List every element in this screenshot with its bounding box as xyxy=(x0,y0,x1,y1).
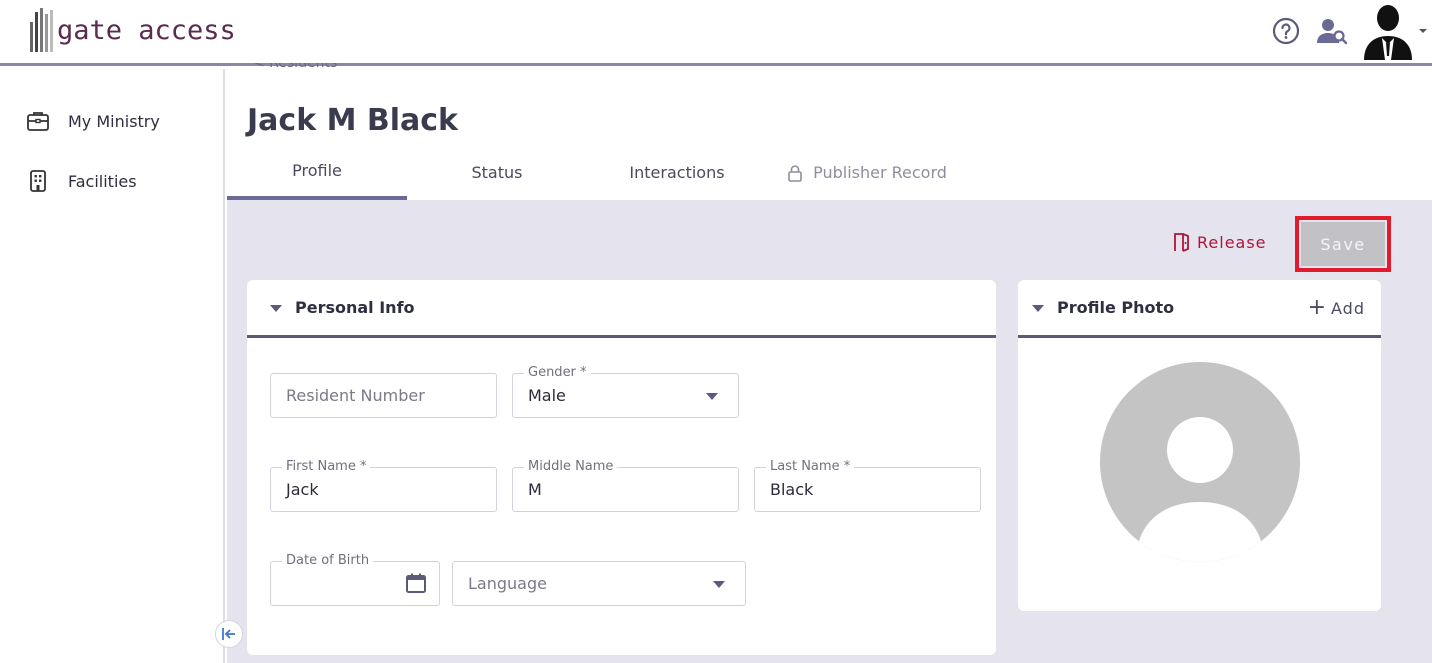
middle-name-value: M xyxy=(528,480,542,499)
tab-bar: Profile Status Interactions Publisher Re… xyxy=(227,145,1432,200)
top-bar: gate access xyxy=(0,0,1432,66)
chevron-down-icon[interactable] xyxy=(1416,26,1430,36)
profile-photo-header[interactable]: Profile Photo + Add xyxy=(1018,280,1381,338)
caret-down-icon xyxy=(1032,304,1044,312)
page-title: Jack M Black xyxy=(247,103,459,138)
default-avatar-icon xyxy=(1100,362,1300,562)
logo-bars-icon xyxy=(30,8,53,52)
dropdown-arrow-icon xyxy=(713,581,725,588)
release-button[interactable]: Release xyxy=(1173,232,1267,252)
language-placeholder: Language xyxy=(468,574,547,593)
tab-label: Profile xyxy=(292,161,342,180)
collapse-sidebar-button[interactable] xyxy=(215,620,243,648)
card-title: Profile Photo xyxy=(1057,298,1175,317)
sidebar-item-facilities[interactable]: Facilities xyxy=(26,169,137,193)
last-name-label: Last Name * xyxy=(766,459,855,474)
sidebar-item-my-ministry[interactable]: My Ministry xyxy=(26,109,160,133)
logo-text: gate access xyxy=(57,14,236,46)
tab-label: Publisher Record xyxy=(813,163,947,182)
middle-name-field[interactable]: Middle Name M xyxy=(512,459,739,512)
last-name-field[interactable]: Last Name * Black xyxy=(754,459,981,512)
door-exit-icon xyxy=(1174,233,1189,252)
middle-name-label: Middle Name xyxy=(524,459,618,474)
gender-label: Gender * xyxy=(524,365,591,380)
people-search-icon[interactable] xyxy=(1316,17,1348,45)
gate-access-logo[interactable]: gate access xyxy=(30,6,236,54)
gender-select[interactable]: Gender * Male xyxy=(512,365,739,418)
date-of-birth-field[interactable]: Date of Birth xyxy=(270,553,440,606)
dropdown-arrow-icon xyxy=(706,393,718,400)
tab-profile[interactable]: Profile xyxy=(227,145,407,200)
sidebar-item-label: My Ministry xyxy=(68,111,160,131)
tab-publisher-record[interactable]: Publisher Record xyxy=(767,145,967,200)
add-photo-button[interactable]: + Add xyxy=(1307,295,1365,320)
content-area: Release Save Personal Info Resident Numb… xyxy=(227,200,1432,663)
last-name-value: Black xyxy=(770,480,814,499)
gender-value: Male xyxy=(528,386,566,405)
calendar-icon[interactable] xyxy=(405,572,427,594)
release-label: Release xyxy=(1197,232,1267,252)
sidebar-item-label: Facilities xyxy=(68,171,137,191)
first-name-label: First Name * xyxy=(282,459,371,474)
resident-number-placeholder: Resident Number xyxy=(286,386,425,405)
save-button[interactable]: Save xyxy=(1301,222,1385,266)
tab-label: Interactions xyxy=(629,163,725,182)
first-name-value: Jack xyxy=(286,480,319,499)
first-name-field[interactable]: First Name * Jack xyxy=(270,459,497,512)
personal-info-card: Personal Info Resident Number Gender * M… xyxy=(247,280,996,655)
collapse-left-icon xyxy=(222,628,235,640)
add-label: Add xyxy=(1331,298,1365,318)
breadcrumb[interactable]: < Residents xyxy=(253,63,337,75)
briefcase-icon xyxy=(26,109,50,133)
building-icon xyxy=(26,169,50,193)
resident-number-field[interactable]: Resident Number xyxy=(270,373,497,418)
date-of-birth-label: Date of Birth xyxy=(282,553,374,568)
help-icon[interactable] xyxy=(1272,17,1300,45)
card-title: Personal Info xyxy=(295,298,415,317)
caret-down-icon xyxy=(270,304,282,312)
page-header: < Residents Jack M Black Profile Status … xyxy=(227,63,1432,200)
tab-status[interactable]: Status xyxy=(407,145,587,200)
user-avatar[interactable] xyxy=(1362,2,1414,60)
personal-info-header[interactable]: Personal Info xyxy=(247,280,996,338)
sidebar: My Ministry Facilities xyxy=(0,69,225,663)
language-select[interactable]: Language xyxy=(452,561,746,606)
tab-label: Status xyxy=(471,163,523,182)
lock-icon xyxy=(788,164,802,182)
tab-interactions[interactable]: Interactions xyxy=(587,145,767,200)
plus-icon: + xyxy=(1307,295,1328,320)
profile-photo-card: Profile Photo + Add xyxy=(1018,280,1381,611)
